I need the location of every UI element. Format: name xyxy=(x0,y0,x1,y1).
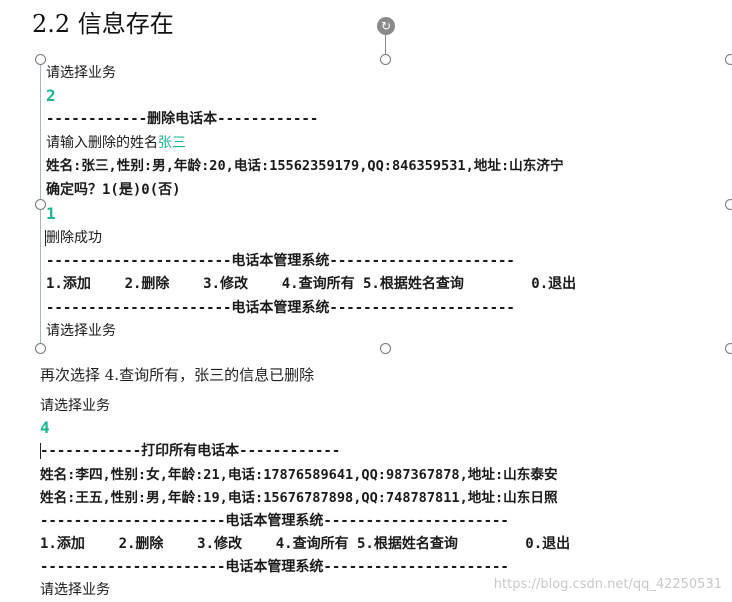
resize-handle-middle-right[interactable] xyxy=(725,199,732,210)
resize-handle-top-left[interactable] xyxy=(35,54,46,65)
console-prompt: 请选择业务 xyxy=(46,323,116,339)
resize-handle-bottom-left[interactable] xyxy=(35,343,46,354)
console-separator: ----------------------电话本管理系统-----------… xyxy=(46,300,515,316)
console-menu: 1.添加 2.删除 3.修改 4.查询所有 5.根据姓名查询 0.退出 xyxy=(40,536,571,552)
console-prompt: 请选择业务 xyxy=(46,65,116,81)
watermark-url: https://blog.csdn.net/qq_42250531 xyxy=(493,577,722,592)
console-user-input: 4 xyxy=(40,418,50,437)
console-prompt: 请选择业务 xyxy=(40,398,110,414)
resize-handle-top-middle[interactable] xyxy=(380,54,391,65)
resize-handle-top-right[interactable] xyxy=(725,54,732,65)
console-section-header: ------------删除电话本------------ xyxy=(46,111,319,127)
caption-text: 再次选择 4.查询所有，张三的信息已删除 xyxy=(40,366,315,384)
rotate-handle-icon[interactable]: ↻ xyxy=(377,17,395,35)
resize-handle-bottom-right[interactable] xyxy=(725,343,732,354)
console-separator: ----------------------电话本管理系统-----------… xyxy=(40,513,509,529)
console-status: 删除成功 xyxy=(46,230,102,246)
console-user-input: 2 xyxy=(46,86,56,105)
console-section-header: ------------打印所有电话本------------ xyxy=(40,443,341,459)
resize-handle-middle-left[interactable] xyxy=(35,199,46,210)
console-prompt: 请选择业务 xyxy=(40,582,110,598)
console-name-prompt-line: 请输入删除的姓名张三 xyxy=(46,133,186,153)
console-record: 姓名:王五,性别:男,年龄:19,电话:15676787898,QQ:74878… xyxy=(40,490,558,506)
rotate-handle-stem xyxy=(385,35,386,55)
console-user-input: 1 xyxy=(46,204,56,223)
console-record: 姓名:张三,性别:男,年龄:20,电话:15562359179,QQ:84635… xyxy=(46,158,564,174)
console-menu: 1.添加 2.删除 3.修改 4.查询所有 5.根据姓名查询 0.退出 xyxy=(46,276,577,292)
section-heading: 2.2 信息存在 xyxy=(32,10,174,38)
resize-handle-bottom-middle[interactable] xyxy=(380,343,391,354)
console-name-input: 张三 xyxy=(158,135,186,151)
console-record: 姓名:李四,性别:女,年龄:21,电话:17876589641,QQ:98736… xyxy=(40,467,558,483)
console-separator: ----------------------电话本管理系统-----------… xyxy=(40,559,509,575)
console-separator: ----------------------电话本管理系统-----------… xyxy=(46,253,515,269)
console-confirm: 确定吗？1(是)0(否) xyxy=(46,182,181,198)
console-name-prompt: 请输入删除的姓名 xyxy=(46,135,158,151)
